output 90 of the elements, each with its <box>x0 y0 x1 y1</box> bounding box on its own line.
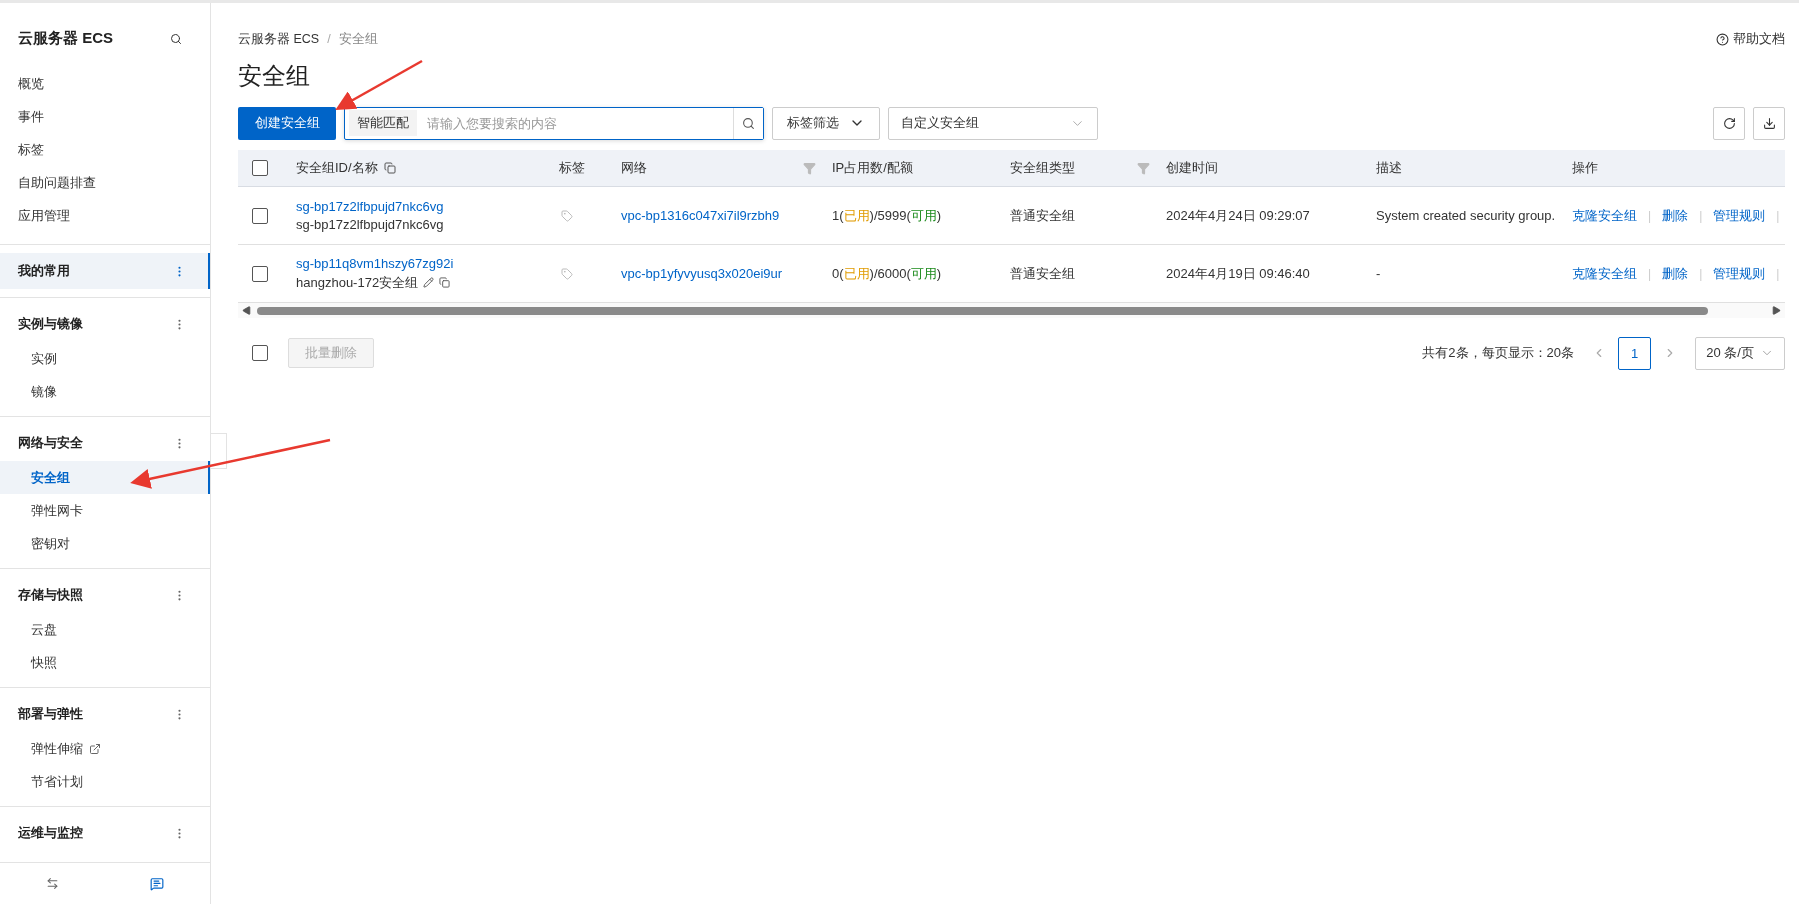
action-separator: | <box>1699 266 1703 281</box>
sidebar-item[interactable]: 快照 <box>0 646 210 679</box>
group-id-link[interactable]: sg-bp17z2lfbpujd7nkc6vg <box>296 199 444 214</box>
sidebar-item[interactable]: 应用管理 <box>0 199 210 232</box>
message-icon[interactable] <box>150 876 165 891</box>
description: - <box>1376 266 1381 281</box>
section-title[interactable]: 存储与快照 <box>18 586 83 604</box>
created-time: 2024年4月24日 09:29:07 <box>1166 206 1310 225</box>
sidebar-item[interactable]: 镜像 <box>0 375 210 408</box>
breadcrumb-item: 安全组 <box>338 30 378 48</box>
action-separator: | <box>1648 266 1652 281</box>
edit-icon[interactable] <box>423 277 435 288</box>
search-icon <box>742 116 755 130</box>
action-link[interactable]: 管理规则 <box>1713 206 1766 225</box>
copy-icon[interactable] <box>439 277 451 288</box>
description: System created security group. <box>1376 208 1556 223</box>
checkbox[interactable] <box>252 207 268 224</box>
column-header: IP占用数/配额 <box>832 159 913 177</box>
refresh-icon <box>1722 116 1736 130</box>
network-link[interactable]: vpc-bp1316c047xi7il9rzbh9 <box>621 208 780 223</box>
sidebar-item[interactable]: 云盘 <box>0 613 210 646</box>
scrollbar-thumb[interactable] <box>257 306 1708 315</box>
sidebar-item[interactable]: 密钥对 <box>0 527 210 560</box>
breadcrumb-item[interactable]: 云服务器 ECS <box>238 30 320 48</box>
group-type-select[interactable]: 自定义安全组 <box>888 106 1098 140</box>
collapse-handle[interactable] <box>211 433 227 469</box>
breadcrumb-separator: / <box>327 32 331 46</box>
group-type: 普通安全组 <box>1010 206 1075 225</box>
group-id-link[interactable]: sg-bp11q8vm1hszy67zg92i <box>296 255 454 271</box>
group-name: sg-bp17z2lfbpujd7nkc6vg <box>296 217 444 232</box>
page-title: 安全组 <box>238 61 310 91</box>
scroll-left-icon[interactable] <box>242 306 251 315</box>
refresh-button[interactable] <box>1713 106 1745 140</box>
page-button[interactable]: 1 <box>1618 336 1651 370</box>
column-header: 操作 <box>1572 159 1598 177</box>
column-header: 创建时间 <box>1166 159 1218 177</box>
column-header: 描述 <box>1376 159 1402 177</box>
action-link[interactable]: 管理规则 <box>1713 264 1766 283</box>
switch-icon[interactable] <box>45 877 59 890</box>
help-icon <box>1716 32 1729 46</box>
copy-icon[interactable] <box>383 162 396 174</box>
column-header: 安全组类型 <box>1010 159 1075 177</box>
sidebar-item[interactable]: 标签 <box>0 133 210 166</box>
checkbox[interactable] <box>252 265 268 282</box>
download-button[interactable] <box>1753 106 1785 140</box>
network-link[interactable]: vpc-bp1yfyvyusq3x020ei9ur <box>621 266 783 281</box>
search-button[interactable] <box>733 107 763 139</box>
ip-usage: 0(已用)/6000(可用) <box>832 264 942 283</box>
checkbox[interactable] <box>252 345 268 361</box>
page-size-select[interactable]: 20 条/页 <box>1695 336 1785 370</box>
help-link[interactable]: 帮助文档 <box>1716 30 1785 48</box>
section-title[interactable]: 我的常用 <box>18 262 70 280</box>
action-link[interactable]: 克隆安全组 <box>1572 264 1637 283</box>
action-link[interactable]: 删除 <box>1662 206 1689 225</box>
group-name: hangzhou-172安全组 <box>296 273 419 292</box>
column-header: 标签 <box>559 159 585 177</box>
sidebar-item[interactable]: 节省计划 <box>0 765 210 798</box>
sidebar-item[interactable]: 实例 <box>0 342 210 375</box>
match-mode-label[interactable]: 智能匹配 <box>349 110 417 136</box>
create-button[interactable]: 创建安全组 <box>238 106 336 140</box>
action-link[interactable]: 删除 <box>1662 264 1689 283</box>
sidebar-item[interactable]: 安全组 <box>0 461 210 494</box>
sidebar-item[interactable]: 弹性伸缩 <box>0 732 210 765</box>
download-icon <box>1762 116 1776 130</box>
created-time: 2024年4月19日 09:46:40 <box>1166 264 1310 283</box>
sidebar-item[interactable]: 事件 <box>0 100 210 133</box>
section-title[interactable]: 部署与弹性 <box>18 705 83 723</box>
action-separator: | <box>1776 208 1780 223</box>
sidebar-title: 云服务器 ECS <box>18 29 113 48</box>
pagination-summary: 共有2条，每页显示：20条 <box>1422 344 1574 362</box>
scroll-right-icon[interactable] <box>1772 306 1781 315</box>
ip-usage: 1(已用)/5999(可用) <box>832 206 942 225</box>
search-field[interactable]: 智能匹配 请输入您要搜索的内容 <box>344 106 764 140</box>
action-separator: | <box>1776 266 1780 281</box>
tag-filter-button[interactable]: 标签筛选 <box>772 106 880 140</box>
search-icon[interactable] <box>170 32 182 45</box>
checkbox[interactable] <box>252 160 268 176</box>
sidebar-item[interactable]: 概览 <box>0 67 210 100</box>
sidebar-item[interactable]: 弹性网卡 <box>0 494 210 527</box>
action-separator: | <box>1699 208 1703 223</box>
section-title[interactable]: 网络与安全 <box>18 434 83 452</box>
section-title[interactable]: 运维与监控 <box>18 824 83 842</box>
section-title[interactable]: 实例与镜像 <box>18 315 83 333</box>
action-link[interactable]: 克隆安全组 <box>1572 206 1637 225</box>
sidebar-item[interactable]: 自助问题排查 <box>0 166 210 199</box>
group-type: 普通安全组 <box>1010 264 1075 283</box>
external-link-icon <box>89 742 101 755</box>
column-header: 网络 <box>621 159 647 177</box>
action-separator: | <box>1648 208 1652 223</box>
column-header: 安全组ID/名称 <box>296 159 378 177</box>
